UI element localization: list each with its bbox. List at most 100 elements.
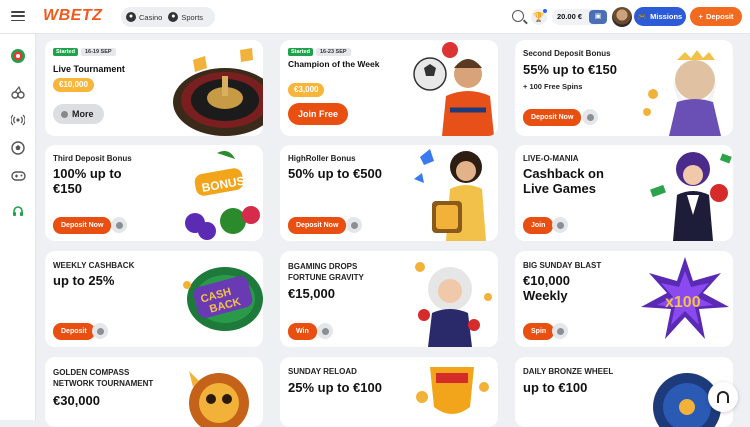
football-player-illustration (413, 42, 494, 136)
missions-button[interactable]: 🎮 Missions (634, 7, 686, 26)
card-subtitle: BGAMING DROPS FORTUNE GRAVITY (288, 262, 364, 283)
deposit-now-button[interactable]: Deposit Now (523, 109, 582, 126)
join-label: Join (531, 222, 546, 229)
deposit-now-button[interactable]: Deposit Now (53, 217, 112, 234)
join-free-label: Join Free (298, 109, 339, 119)
highroller-woman-illustration (414, 149, 486, 241)
card-title: €15,000 (288, 286, 335, 301)
search-icon[interactable] (512, 10, 524, 22)
card-subtitle: WEEKLY CASHBACK (53, 261, 135, 270)
trophy-icon[interactable]: 🏆 (531, 9, 547, 25)
support-chat-button[interactable] (708, 382, 738, 412)
deposit-now-label: Deposit Now (531, 114, 574, 121)
started-badge: Started (53, 48, 78, 56)
plus-icon: + (698, 12, 703, 21)
info-icon[interactable] (346, 217, 362, 233)
info-dot-icon (61, 110, 68, 118)
casino-sports-switch: ● Casino ● Sports (121, 7, 215, 27)
card-subtitle: LIVE-O-MANIA (523, 154, 579, 163)
svg-text:x100: x100 (665, 294, 701, 311)
live-broadcast-icon[interactable] (10, 112, 26, 128)
logo[interactable]: WBETZ (43, 7, 102, 25)
missions-label: Missions (650, 12, 683, 21)
deposit-button[interactable]: + Deposit (690, 7, 742, 26)
sidebar (0, 34, 36, 420)
trophy-coins-illustration (416, 367, 489, 414)
deposit-now-label: Deposit Now (296, 222, 339, 229)
free-spins-text: + 100 Free Spins (523, 82, 583, 91)
multiplier-burst-illustration: x100 (641, 257, 729, 339)
deposit-button[interactable]: Deposit (53, 323, 95, 340)
deposit-now-label: Deposit Now (61, 222, 104, 229)
spin-label: Spin (531, 328, 547, 335)
promo-card-bgaming-drops[interactable]: BGAMING DROPS FORTUNE GRAVITY €15,000 Wi… (280, 251, 498, 347)
win-button[interactable]: Win (288, 323, 317, 340)
promo-card-second-deposit-bonus[interactable]: Second Deposit Bonus 55% up to €150 + 10… (515, 40, 733, 136)
zeus-illustration (643, 50, 721, 136)
soccer-ball-icon: ● (168, 12, 179, 22)
golden-compass-illustration (189, 371, 249, 427)
card-title: Champion of the Week (288, 59, 380, 69)
promo-card-sunday-reload[interactable]: SUNDAY RELOAD 25% up to €100 (280, 357, 498, 427)
promo-card-champion-of-the-week[interactable]: Started 16-23 SEP Champion of the Week €… (280, 40, 498, 136)
card-title: €10,000 Weekly (523, 273, 570, 303)
sports-tab-label: Sports (181, 12, 204, 22)
cherries-icon[interactable] (10, 84, 26, 100)
info-icon[interactable] (552, 217, 568, 233)
card-title: €30,000 (53, 393, 100, 408)
support-icon[interactable] (10, 204, 26, 220)
gamepad-icon[interactable] (10, 168, 26, 184)
promo-card-weekly-cashback[interactable]: WEEKLY CASHBACK up to 25% Deposit CASH B… (45, 251, 263, 347)
card-subtitle: BIG SUNDAY BLAST (523, 261, 602, 270)
card-title: 50% up to €500 (288, 166, 382, 181)
join-free-button[interactable]: Join Free (288, 103, 349, 125)
promo-card-golden-compass[interactable]: GOLDEN COMPASS NETWORK TOURNAMENT €30,00… (45, 357, 263, 427)
promo-card-live-tournament[interactable]: Started 16-19 SEP Live Tournament €10,00… (45, 40, 263, 136)
sports-tab[interactable]: ● Sports (168, 12, 203, 22)
prize-amount: €10,000 (53, 78, 94, 92)
promo-card-third-deposit-bonus[interactable]: Third Deposit Bonus 100% up to €150 Depo… (45, 145, 263, 241)
roulette-wheel-illustration (173, 48, 263, 136)
card-title: Live Tournament (53, 64, 125, 74)
info-icon[interactable] (317, 323, 333, 339)
casino-tab-label: Casino (139, 12, 163, 22)
card-title: Cashback on Live Games (523, 166, 604, 196)
card-tags: Started 16-23 SEP (288, 48, 351, 56)
more-button[interactable]: More (53, 104, 104, 124)
promo-card-highroller-bonus[interactable]: HighRoller Bonus 50% up to €500 Deposit … (280, 145, 498, 241)
card-subtitle: SUNDAY RELOAD (288, 367, 357, 376)
card-subtitle: Third Deposit Bonus (53, 154, 132, 163)
bonus-fruits-illustration: BONUS (185, 151, 260, 240)
info-icon[interactable] (92, 323, 108, 339)
more-button-label: More (72, 109, 94, 119)
promo-card-big-sunday-blast[interactable]: BIG SUNDAY BLAST €10,000 Weekly Spin x10… (515, 251, 733, 347)
soccer-ball-icon[interactable] (10, 140, 26, 156)
date-badge: 16-19 SEP (80, 48, 116, 56)
join-button[interactable]: Join (523, 217, 554, 234)
logo-text: WBETZ (43, 7, 103, 24)
cashback-illustration: CASH BACK (183, 267, 263, 331)
spin-button[interactable]: Spin (523, 323, 555, 340)
info-icon[interactable] (111, 217, 127, 233)
card-title: up to €100 (523, 380, 588, 395)
balance-value: 20.00 € (557, 12, 583, 21)
dartboard-icon[interactable] (10, 48, 26, 64)
prize-amount: €3,000 (288, 83, 325, 97)
deposit-now-button[interactable]: Deposit Now (288, 217, 347, 234)
casino-tab[interactable]: ● Casino (126, 12, 162, 22)
promo-card-daily-bronze-wheel[interactable]: DAILY BRONZE WHEEL up to €100 (515, 357, 733, 427)
deposit-label: Deposit (61, 328, 87, 335)
avatar[interactable] (612, 7, 632, 27)
casino-chips-icon: ● (126, 12, 136, 22)
hamburger-menu-icon[interactable] (10, 8, 26, 24)
promo-card-live-o-mania[interactable]: LIVE-O-MANIA Cashback on Live Games Join (515, 145, 733, 241)
newton-illustration (415, 262, 492, 347)
gamepad-icon: 🎮 (637, 12, 648, 21)
card-title: 25% up to €100 (288, 380, 382, 395)
info-icon[interactable] (552, 323, 568, 339)
win-label: Win (296, 328, 309, 335)
info-icon[interactable] (582, 109, 598, 125)
wallet-icon[interactable]: ▣ (589, 10, 607, 24)
card-title: 100% up to €150 (53, 166, 122, 196)
card-title: up to 25% (53, 273, 115, 288)
